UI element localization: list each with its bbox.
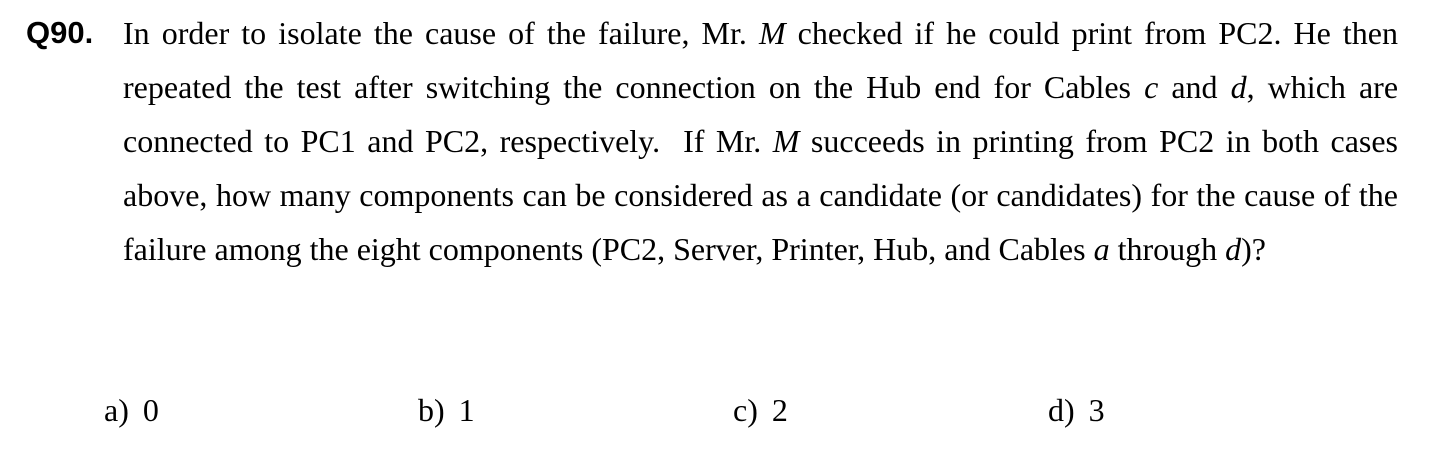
- question-text-italic-segment: c: [1144, 69, 1159, 105]
- question-text-italic-segment: d: [1225, 231, 1242, 267]
- answer-option-c[interactable]: c) 2: [733, 388, 788, 432]
- question-text-italic-segment: M: [758, 15, 786, 51]
- question-text-segment: and: [1158, 69, 1231, 105]
- question-text-segment: through: [1109, 231, 1226, 267]
- question-text: In order to isolate the cause of the fai…: [123, 6, 1398, 276]
- option-label: b): [418, 392, 445, 428]
- option-label: c): [733, 392, 758, 428]
- question-text-italic-segment: d: [1230, 69, 1247, 105]
- question-number: Q90.: [26, 15, 94, 50]
- option-value: 1: [458, 392, 475, 428]
- option-value: 3: [1088, 392, 1105, 428]
- option-value: 0: [142, 392, 159, 428]
- question-text-italic-segment: M: [772, 123, 800, 159]
- question-text-segment: )?: [1241, 231, 1266, 267]
- question-text-italic-segment: a: [1093, 231, 1110, 267]
- question-block: Q90. In order to isolate the cause of th…: [26, 6, 1398, 276]
- option-value: 2: [771, 392, 788, 428]
- answer-option-a[interactable]: a) 0: [104, 388, 159, 432]
- answer-option-b[interactable]: b) 1: [418, 388, 475, 432]
- question-text-segment: In order to isolate the cause of the fai…: [123, 15, 759, 51]
- option-label: a): [104, 392, 129, 428]
- answer-option-d[interactable]: d) 3: [1048, 388, 1105, 432]
- option-label: d): [1048, 392, 1075, 428]
